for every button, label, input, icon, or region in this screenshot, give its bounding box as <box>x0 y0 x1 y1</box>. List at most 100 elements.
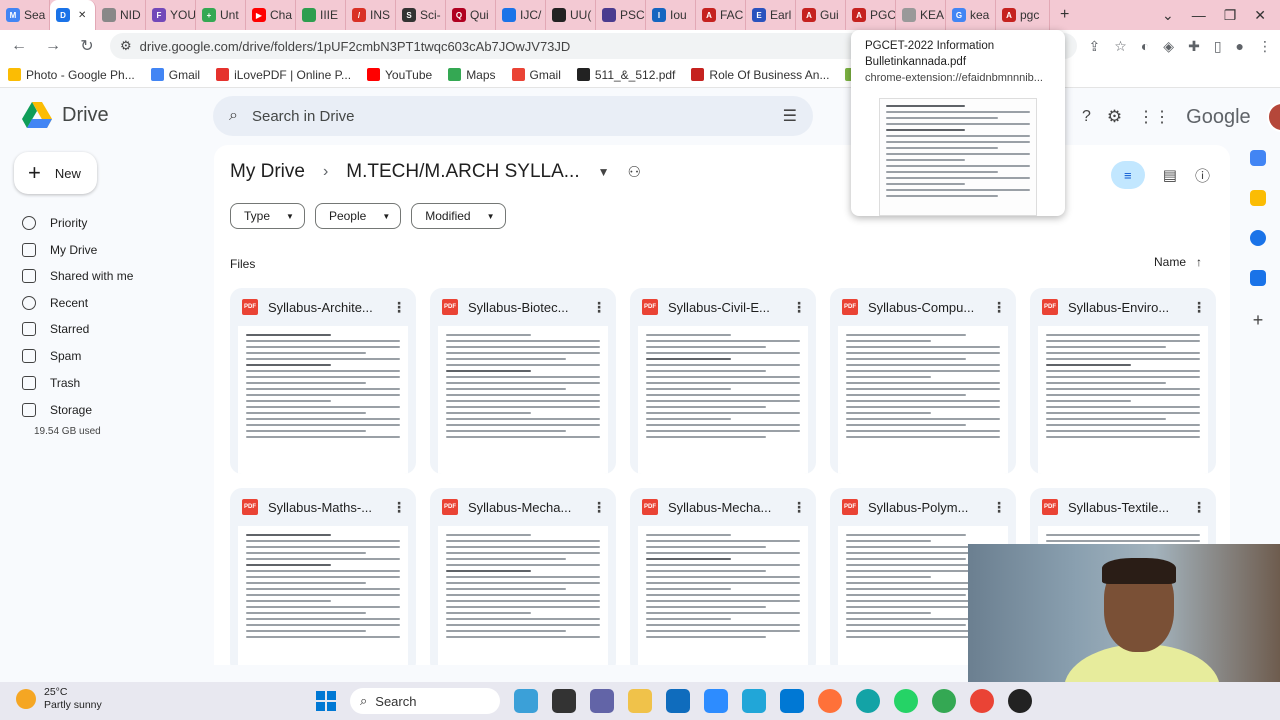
profile-avatar-icon[interactable]: ● <box>1236 38 1244 54</box>
extension-icon[interactable]: ◐ <box>1141 38 1149 54</box>
tab-search-icon[interactable]: ⌄ <box>1162 7 1174 24</box>
edge-icon[interactable] <box>856 689 880 713</box>
sidebar-item-starred[interactable]: Starred <box>22 316 89 342</box>
sort-control[interactable]: Name ↑ <box>1154 255 1202 269</box>
apps-grid-icon[interactable]: ⋮⋮ <box>1138 107 1170 127</box>
forward-icon[interactable]: → <box>42 35 64 57</box>
file-thumbnail[interactable] <box>638 326 808 474</box>
filter-chip-people[interactable]: People ▼ <box>314 203 402 229</box>
browser-tab[interactable]: E Earl <box>746 0 796 30</box>
file-name[interactable]: Syllabus-Biotec... <box>468 300 582 315</box>
browser-tab[interactable]: NID <box>96 0 146 30</box>
drive-search-bar[interactable]: ⌕ ☰ <box>213 96 813 136</box>
new-button[interactable]: + New <box>14 152 97 194</box>
browser-tab[interactable]: PSC <box>596 0 646 30</box>
bookmark-item[interactable]: Gmail <box>511 68 561 82</box>
share-folder-icon[interactable]: ⚇ <box>628 163 641 181</box>
chrome-icon[interactable] <box>932 689 956 713</box>
account-avatar[interactable] <box>1266 102 1280 132</box>
bookmark-item[interactable]: iLovePDF | Online P... <box>216 68 351 82</box>
file-card[interactable]: PDF Syllabus-Civil-E... ⋮ <box>630 288 816 474</box>
list-filter-icon[interactable]: ≡ <box>1110 161 1145 189</box>
task-view-icon[interactable] <box>552 689 576 713</box>
sidebar-item-trash[interactable]: Trash <box>22 370 80 396</box>
more-actions-icon[interactable]: ⋮ <box>792 499 806 516</box>
sidebar-item-storage[interactable]: Storage <box>22 397 92 423</box>
breadcrumb-current-folder[interactable]: M.TECH/M.ARCH SYLLA... <box>346 161 579 183</box>
bookmark-star-icon[interactable]: ☆ <box>1114 38 1127 55</box>
file-thumbnail[interactable] <box>1038 326 1208 474</box>
file-thumbnail[interactable] <box>238 326 408 474</box>
browser-tab[interactable]: Apgc <box>996 0 1050 30</box>
browser-tab[interactable]: S Sci- <box>396 0 446 30</box>
sidebar-item-priority[interactable]: Priority <box>22 210 87 236</box>
breadcrumb-root[interactable]: My Drive <box>230 161 305 183</box>
firefox-icon[interactable] <box>818 689 842 713</box>
browser-tab[interactable]: Gkea <box>946 0 996 30</box>
tasks-icon[interactable] <box>1250 230 1266 246</box>
url-text[interactable]: drive.google.com/drive/folders/1pUF2cmbN… <box>140 39 571 54</box>
browser-tab[interactable]: Q Qui <box>446 0 496 30</box>
more-actions-icon[interactable]: ⋮ <box>592 499 606 516</box>
browser-tab[interactable]: A Gui <box>796 0 846 30</box>
bookmark-item[interactable]: Gmail <box>150 68 200 82</box>
details-info-icon[interactable]: ⓘ <box>1195 165 1210 186</box>
file-card[interactable]: PDF Syllabus-Archite... ⋮ <box>230 288 416 474</box>
more-actions-icon[interactable]: ⋮ <box>592 299 606 316</box>
more-actions-icon[interactable]: ⋮ <box>992 299 1006 316</box>
sidebar-item-recent[interactable]: Recent <box>22 290 88 316</box>
file-card[interactable]: PDF Syllabus-Mecha... ⋮ <box>430 488 616 665</box>
browser-tab[interactable]: A FAC <box>696 0 746 30</box>
calendar-icon[interactable] <box>1250 150 1266 166</box>
bookmark-item[interactable]: 511_&_512.pdf <box>576 68 675 82</box>
sort-label[interactable]: Name <box>1154 255 1186 269</box>
file-name[interactable]: Syllabus-Compu... <box>868 300 982 315</box>
more-actions-icon[interactable]: ⋮ <box>1192 499 1206 516</box>
file-thumbnail[interactable] <box>638 526 808 665</box>
new-tab-button[interactable]: + <box>1050 6 1079 24</box>
teams-icon[interactable] <box>590 689 614 713</box>
browser-tab[interactable]: UU( <box>546 0 596 30</box>
close-window-icon[interactable]: ✕ <box>1254 7 1266 24</box>
contacts-icon[interactable] <box>1250 270 1266 286</box>
search-icon[interactable]: ⌕ <box>229 107 238 125</box>
sidebar-item-shared-with-me[interactable]: Shared with me <box>22 263 133 289</box>
chrome-profile-icon[interactable] <box>970 689 994 713</box>
file-explorer-icon[interactable] <box>628 689 652 713</box>
reload-icon[interactable]: ↻ <box>76 35 98 57</box>
file-thumbnail[interactable] <box>438 526 608 665</box>
extensions-puzzle-icon[interactable]: ✚ <box>1188 38 1200 55</box>
minimize-icon[interactable]: — <box>1192 7 1206 23</box>
site-info-icon[interactable]: ⚙ <box>120 38 132 54</box>
file-name[interactable]: Syllabus-Maths-... <box>268 500 382 515</box>
browser-tab[interactable]: + Unt <box>196 0 246 30</box>
more-actions-icon[interactable]: ⋮ <box>392 499 406 516</box>
browser-tab[interactable]: D ✕ <box>50 0 96 30</box>
search-input[interactable] <box>251 107 769 125</box>
back-icon[interactable]: ← <box>8 35 30 57</box>
file-name[interactable]: Syllabus-Civil-E... <box>668 300 782 315</box>
bookmark-item[interactable]: Maps <box>448 68 496 82</box>
folder-menu-chevron-down-icon[interactable]: ▼ <box>598 165 610 179</box>
bookmark-item[interactable]: Role Of Business An... <box>691 68 829 82</box>
whatsapp-icon[interactable] <box>894 689 918 713</box>
more-actions-icon[interactable]: ⋮ <box>992 499 1006 516</box>
taskbar-search[interactable]: ⌕ Search <box>350 688 500 714</box>
browser-tab[interactable]: F YOU <box>146 0 196 30</box>
browser-tab[interactable]: / INS <box>346 0 396 30</box>
file-thumbnail[interactable] <box>438 326 608 474</box>
list-view-icon[interactable]: ▤ <box>1163 166 1177 184</box>
file-name[interactable]: Syllabus-Polym... <box>868 500 982 515</box>
more-actions-icon[interactable]: ⋮ <box>1192 299 1206 316</box>
bookmark-item[interactable]: YouTube <box>367 68 432 82</box>
keep-icon[interactable] <box>1250 190 1266 206</box>
file-card[interactable]: PDF Syllabus-Biotec... ⋮ <box>430 288 616 474</box>
file-thumbnail[interactable] <box>838 326 1008 474</box>
weather-widget[interactable]: 25°C Partly sunny <box>16 686 102 712</box>
filter-chip-modified[interactable]: Modified ▼ <box>411 203 506 229</box>
file-name[interactable]: Syllabus-Mecha... <box>668 500 782 515</box>
file-card[interactable]: PDF Syllabus-Maths-... ⋮ <box>230 488 416 665</box>
browser-tab[interactable]: I Iou <box>646 0 696 30</box>
add-addon-icon[interactable]: + <box>1253 310 1264 331</box>
sort-direction-icon[interactable]: ↑ <box>1196 255 1202 269</box>
